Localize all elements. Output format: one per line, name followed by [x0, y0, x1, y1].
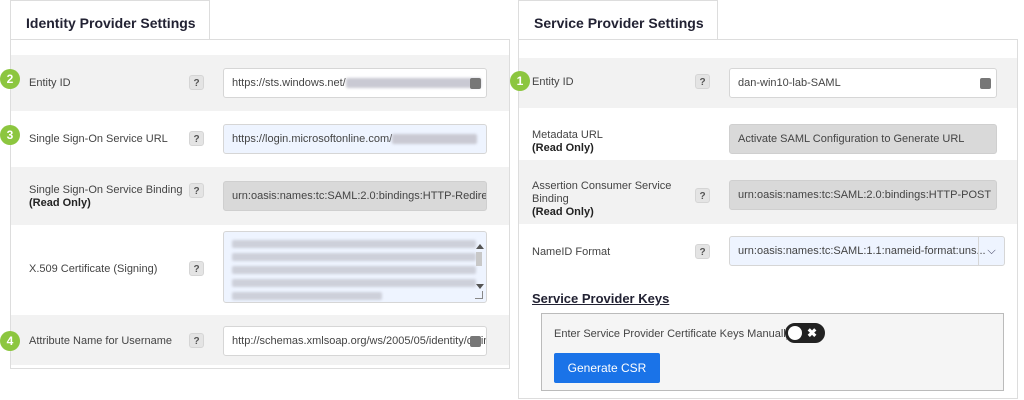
- idp-row-entity-id: Entity ID ? https://sts.windows.net/: [11, 55, 509, 111]
- readonly-note: (Read Only): [532, 206, 594, 218]
- idp-row-sso-url: Single Sign-On Service URL ? https://log…: [11, 111, 509, 167]
- sp-nameid-format-label: NameID Format: [532, 246, 611, 258]
- field-key-icon[interactable]: [980, 78, 991, 89]
- redacted-text: [232, 253, 476, 261]
- idp-tab[interactable]: Identity Provider Settings: [10, 0, 210, 40]
- redacted-text: [232, 240, 476, 248]
- sp-body: Entity ID ? dan-win10-lab-SAML Metadata …: [518, 39, 1018, 399]
- idp-sso-binding-label-text: Single Sign-On Service Binding: [29, 184, 183, 196]
- idp-attribute-username-label: Attribute Name for Username: [29, 335, 173, 347]
- idp-title: Identity Provider Settings: [26, 15, 196, 31]
- help-icon[interactable]: ?: [189, 333, 204, 348]
- manual-keys-toggle[interactable]: ✖: [785, 323, 825, 343]
- sp-entity-id-label: Entity ID: [532, 76, 574, 88]
- idp-row-certificate: X.509 Certificate (Signing) ?: [11, 225, 509, 315]
- generate-csr-button[interactable]: Generate CSR: [554, 353, 660, 383]
- sp-entity-id-value: dan-win10-lab-SAML: [738, 77, 841, 89]
- idp-entity-id-value: https://sts.windows.net/: [232, 77, 346, 89]
- sp-title: Service Provider Settings: [534, 15, 704, 31]
- help-icon[interactable]: ?: [695, 188, 710, 203]
- redacted-text: [345, 78, 481, 89]
- idp-sso-binding-input: urn:oasis:names:tc:SAML:2.0:bindings:HTT…: [223, 181, 487, 211]
- help-icon[interactable]: ?: [695, 244, 710, 259]
- scroll-down-icon[interactable]: [476, 284, 484, 289]
- idp-entity-id-input[interactable]: https://sts.windows.net/: [223, 68, 487, 98]
- sp-row-metadata-url: Metadata URL (Read Only) Activate SAML C…: [519, 108, 1017, 160]
- sp-metadata-url-label: Metadata URL (Read Only): [532, 129, 603, 155]
- sp-row-nameid-format: NameID Format ? urn:oasis:names:tc:SAML:…: [519, 224, 1017, 276]
- sp-entity-id-input[interactable]: dan-win10-lab-SAML: [729, 68, 997, 98]
- scroll-thumb[interactable]: [476, 252, 482, 266]
- sp-acs-binding-value: urn:oasis:names:tc:SAML:2.0:bindings:HTT…: [738, 189, 992, 201]
- sp-acs-binding-input: urn:oasis:names:tc:SAML:2.0:bindings:HTT…: [729, 180, 997, 210]
- help-icon[interactable]: ?: [189, 261, 204, 276]
- redacted-text: [232, 266, 476, 274]
- idp-certificate-label: X.509 Certificate (Signing): [29, 263, 158, 275]
- field-key-icon[interactable]: [470, 336, 481, 347]
- toggle-knob: [788, 326, 802, 340]
- sp-acs-binding-label: Assertion Consumer Service Binding (Read…: [532, 180, 682, 219]
- readonly-note: (Read Only): [532, 142, 594, 154]
- close-icon: ✖: [806, 326, 817, 340]
- idp-attribute-username-input[interactable]: http://schemas.xmlsoap.org/ws/2005/05/id…: [223, 326, 487, 356]
- help-icon[interactable]: ?: [189, 131, 204, 146]
- resize-grip-icon[interactable]: [475, 291, 483, 299]
- redacted-text: [232, 279, 476, 287]
- sp-metadata-url-value: Activate SAML Configuration to Generate …: [738, 133, 965, 145]
- idp-row-attribute-username: Attribute Name for Username ? http://sch…: [11, 315, 509, 365]
- idp-sso-url-label: Single Sign-On Service URL: [29, 133, 168, 145]
- sp-panel: Service Provider Settings Entity ID ? da…: [510, 0, 1024, 400]
- idp-attribute-username-value: http://schemas.xmlsoap.org/ws/2005/05/id…: [232, 335, 487, 347]
- sp-row-entity-id: Entity ID ? dan-win10-lab-SAML: [519, 58, 1017, 108]
- help-icon[interactable]: ?: [189, 75, 204, 90]
- idp-certificate-textarea[interactable]: [223, 231, 487, 303]
- step-badge: 4: [0, 331, 20, 351]
- readonly-note: (Read Only): [29, 197, 91, 209]
- step-badge: 3: [0, 125, 20, 145]
- sp-keys-title: Service Provider Keys: [532, 291, 670, 306]
- step-badge: 2: [0, 69, 20, 89]
- sp-keys-toggle-label: Enter Service Provider Certificate Keys …: [554, 328, 792, 340]
- idp-sso-binding-value: urn:oasis:names:tc:SAML:2.0:bindings:HTT…: [232, 190, 487, 202]
- scroll-up-icon[interactable]: [476, 244, 484, 249]
- chevron-down-icon[interactable]: ⌵: [978, 237, 1004, 265]
- idp-panel: Identity Provider Settings Entity ID ? h…: [0, 0, 512, 400]
- sp-nameid-format-value: urn:oasis:names:tc:SAML:1.1:nameid-forma…: [738, 245, 986, 257]
- help-icon[interactable]: ?: [695, 74, 710, 89]
- redacted-text: [392, 134, 478, 145]
- field-key-icon[interactable]: [470, 78, 481, 89]
- sp-acs-binding-label-text: Assertion Consumer Service Binding: [532, 180, 672, 205]
- sp-row-acs-binding: Assertion Consumer Service Binding (Read…: [519, 160, 1017, 224]
- idp-sso-url-value: https://login.microsoftonline.com/: [232, 133, 393, 145]
- help-icon[interactable]: ?: [189, 183, 204, 198]
- step-badge: 1: [510, 71, 530, 91]
- redacted-text: [232, 292, 382, 300]
- sp-metadata-url-label-text: Metadata URL: [532, 129, 603, 141]
- idp-row-sso-binding: Single Sign-On Service Binding (Read Onl…: [11, 167, 509, 225]
- idp-entity-id-label: Entity ID: [29, 77, 71, 89]
- idp-sso-binding-label: Single Sign-On Service Binding (Read Onl…: [29, 184, 182, 210]
- sp-nameid-format-select[interactable]: urn:oasis:names:tc:SAML:1.1:nameid-forma…: [729, 236, 1005, 266]
- idp-sso-url-input[interactable]: https://login.microsoftonline.com/: [223, 124, 487, 154]
- sp-tab[interactable]: Service Provider Settings: [518, 0, 718, 40]
- idp-body: Entity ID ? https://sts.windows.net/ Sin…: [10, 39, 510, 369]
- sp-metadata-url-input: Activate SAML Configuration to Generate …: [729, 124, 997, 154]
- sp-keys-box: Enter Service Provider Certificate Keys …: [541, 313, 1004, 391]
